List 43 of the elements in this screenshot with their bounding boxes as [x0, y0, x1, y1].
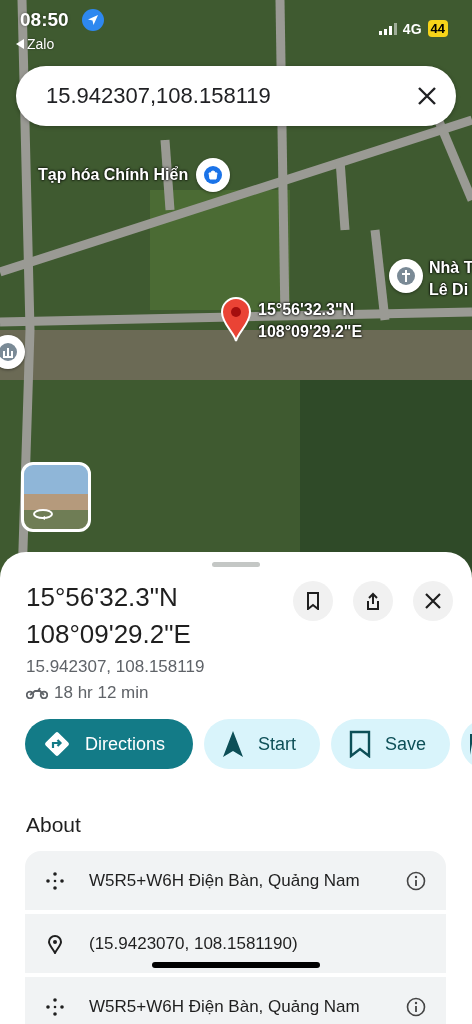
network-type: 4G	[402, 20, 422, 37]
plus-code-icon	[45, 996, 65, 1017]
share-icon	[365, 592, 381, 610]
back-arrow-icon	[16, 39, 24, 49]
status-time: 08:50	[20, 9, 69, 31]
close-icon	[424, 592, 442, 610]
start-button[interactable]: Start	[204, 719, 321, 769]
directions-button[interactable]: Directions	[25, 719, 194, 769]
info-icon	[406, 996, 426, 1017]
back-to-app-link[interactable]: Zalo	[27, 36, 55, 52]
info-icon	[406, 870, 426, 891]
close-button[interactable]	[413, 581, 453, 621]
close-icon	[418, 87, 436, 105]
about-heading: About	[26, 813, 82, 837]
search-field[interactable]: 15.942307,108.158119	[16, 66, 456, 126]
travel-time: 18 hr 12 min	[54, 683, 149, 703]
street-view-thumbnail[interactable]	[21, 462, 91, 532]
share-button[interactable]	[353, 581, 393, 621]
bookmark-icon	[349, 730, 372, 758]
cross-icon	[397, 267, 415, 285]
save-button[interactable]	[293, 581, 333, 621]
about-row[interactable]: (15.9423070, 108.1581190)	[25, 914, 446, 973]
place-title: 15°56'32.3"N 108°09'29.2"E	[26, 581, 191, 651]
navigation-arrow-icon	[222, 730, 245, 758]
about-row[interactable]: W5R5+W6H Điện Bàn, Quảng Nam	[25, 977, 446, 1024]
about-row-text: W5R5+W6H Điện Bàn, Quảng Nam	[89, 996, 361, 1017]
decimal-coordinates: 15.942307, 108.158119	[25, 657, 206, 677]
rotate-360-icon	[32, 507, 54, 521]
monument-icon	[0, 343, 17, 361]
location-pin-icon	[220, 296, 252, 342]
shop-bag-icon	[204, 166, 222, 184]
location-pin-icon	[45, 933, 65, 954]
about-row-text: W5R5+W6H Điện Bàn, Quảng Nam	[89, 870, 361, 891]
about-row[interactable]: W5R5+W6H Điện Bàn, Quảng Nam	[25, 851, 446, 910]
pin-coordinates-label: 15°56'32.3"N 108°09'29.2"E	[258, 300, 363, 342]
map-place-label[interactable]: Tạp hóa Chính Hiển	[38, 164, 189, 186]
about-row-text: (15.9423070, 108.1581190)	[89, 933, 299, 954]
bookmark-icon	[305, 592, 321, 610]
signal-icon	[378, 22, 397, 35]
save-button[interactable]: Save	[331, 719, 451, 769]
motorcycle-icon	[26, 687, 48, 699]
drag-handle[interactable]	[212, 562, 260, 567]
plus-code-icon	[45, 870, 65, 891]
